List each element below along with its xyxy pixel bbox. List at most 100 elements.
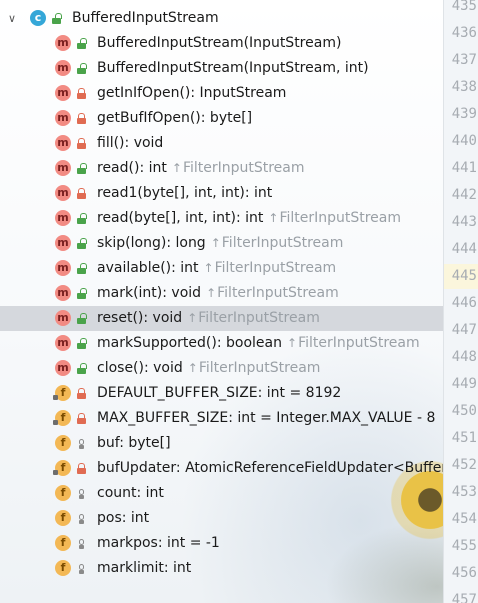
tree-node-field[interactable]: f DEFAULT_BUFFER_SIZE: int = 8192 xyxy=(0,381,443,406)
tree-node-field[interactable]: f count: int xyxy=(0,481,443,506)
method-icon: m xyxy=(55,210,71,226)
method-icon: m xyxy=(55,85,71,101)
inherited-from: FilterInputStream xyxy=(217,285,339,301)
member-name: fill(): void xyxy=(97,135,164,151)
member-signature: pos: int xyxy=(97,506,149,531)
method-icon: m xyxy=(55,60,71,76)
private-lock-icon xyxy=(77,188,86,199)
public-lock-icon xyxy=(52,13,62,24)
public-lock-icon xyxy=(77,213,87,224)
line-number: 442 xyxy=(451,187,477,203)
method-icon: m xyxy=(55,285,71,301)
tree-node-method[interactable]: m BufferedInputStream(InputStream, int) xyxy=(0,56,443,81)
line-number: 435 xyxy=(451,0,477,14)
member-name: bufUpdater: AtomicReferenceFieldUpdater<… xyxy=(97,460,443,476)
line-number: 454 xyxy=(451,511,477,527)
member-signature: fill(): void xyxy=(97,131,163,156)
line-number: 456 xyxy=(451,565,477,581)
line-number: 438 xyxy=(451,79,477,95)
line-number: 452 xyxy=(451,457,477,473)
lock-body xyxy=(77,393,86,399)
member-signature: count: int xyxy=(97,481,164,506)
member-name: BufferedInputStream(InputStream, int) xyxy=(97,60,369,76)
lock-body xyxy=(77,168,86,174)
tree-node-field[interactable]: f markpos: int = -1 xyxy=(0,531,443,556)
member-name: available(): int xyxy=(97,260,199,276)
tree-node-method[interactable]: m BufferedInputStream(InputStream) xyxy=(0,31,443,56)
method-icon: m xyxy=(55,360,71,376)
public-lock-icon xyxy=(77,313,87,324)
public-lock-icon xyxy=(77,38,87,49)
lock-body xyxy=(77,343,86,349)
inherited-arrow-icon: ↑ xyxy=(268,211,279,225)
member-signature: mark(int): void ↑FilterInputStream xyxy=(97,281,339,306)
member-name: mark(int): void xyxy=(97,285,202,301)
inherited-from: FilterInputStream xyxy=(298,335,420,351)
tree-node-method[interactable]: m read(): int ↑FilterInputStream xyxy=(0,156,443,181)
tree-node-class[interactable]: ∨ c BufferedInputStream xyxy=(0,6,443,31)
private-lock-icon xyxy=(77,463,86,474)
member-signature: markpos: int = -1 xyxy=(97,531,220,556)
package-private-icon xyxy=(77,539,86,549)
private-lock-icon xyxy=(77,138,86,149)
lock-body xyxy=(77,243,86,249)
member-name: DEFAULT_BUFFER_SIZE: int = 8192 xyxy=(97,385,342,401)
line-number: 436 xyxy=(451,25,477,41)
inherited-from: FilterInputStream xyxy=(182,160,305,176)
member-signature: skip(long): long ↑FilterInputStream xyxy=(97,231,343,256)
line-number: 449 xyxy=(451,376,477,392)
member-signature: BufferedInputStream(InputStream, int) xyxy=(97,56,369,81)
tree-node-method[interactable]: m read1(byte[], int, int): int xyxy=(0,181,443,206)
member-signature: getBufIfOpen(): byte[] xyxy=(97,106,252,131)
tree-node-method[interactable]: m fill(): void xyxy=(0,131,443,156)
lock-body xyxy=(77,468,86,474)
tree-node-field[interactable]: f marklimit: int xyxy=(0,556,443,581)
lock-body xyxy=(79,570,84,574)
member-name: MAX_BUFFER_SIZE: int = Integer.MAX_VALUE… xyxy=(97,410,436,426)
tree-node-method[interactable]: m getBufIfOpen(): byte[] xyxy=(0,106,443,131)
tree-node-method[interactable]: m reset(): void ↑FilterInputStream xyxy=(0,306,443,331)
field-icon: f xyxy=(55,510,71,526)
member-signature: markSupported(): boolean ↑FilterInputStre… xyxy=(97,331,420,356)
chevron-down-icon[interactable]: ∨ xyxy=(6,6,18,31)
inherited-arrow-icon: ↑ xyxy=(287,336,298,350)
field-icon: f xyxy=(55,560,71,576)
public-lock-icon xyxy=(77,63,87,74)
tree-node-method[interactable]: m close(): void ↑FilterInputStream xyxy=(0,356,443,381)
class-icon: c xyxy=(30,10,46,26)
tree-node-field[interactable]: f pos: int xyxy=(0,506,443,531)
tree-node-field[interactable]: f MAX_BUFFER_SIZE: int = Integer.MAX_VALU… xyxy=(0,406,443,431)
member-signature: DEFAULT_BUFFER_SIZE: int = 8192 xyxy=(97,381,341,406)
lock-body xyxy=(52,18,61,24)
lock-body xyxy=(79,545,84,549)
method-icon: m xyxy=(55,110,71,126)
tree-node-method[interactable]: m markSupported(): boolean ↑FilterInputStr… xyxy=(0,331,443,356)
method-icon: m xyxy=(55,310,71,326)
method-icon: m xyxy=(55,260,71,276)
tree-node-field[interactable]: f buf: byte[] xyxy=(0,431,443,456)
line-number-gutter: 435 436 437 438 439 440 441 442 443 444 445 446 447 4… xyxy=(443,0,478,603)
tree-node-method[interactable]: m read(byte[], int, int): int ↑FilterInput… xyxy=(0,206,443,231)
inherited-from: FilterInputStream xyxy=(198,310,320,326)
static-pin-icon xyxy=(53,420,58,425)
member-signature: read1(byte[], int, int): int xyxy=(97,181,272,206)
lock-body xyxy=(77,368,86,374)
tree-node-method[interactable]: m mark(int): void ↑FilterInputStream xyxy=(0,281,443,306)
member-signature: MAX_BUFFER_SIZE: int = Integer.MAX_VALUE… xyxy=(97,406,435,431)
inherited-from: FilterInputStream xyxy=(198,360,321,376)
tree-node-method[interactable]: m available(): int ↑FilterInputStream xyxy=(0,256,443,281)
member-name: markSupported(): boolean xyxy=(97,335,282,351)
line-number: 450 xyxy=(451,403,477,419)
method-icon: m xyxy=(55,160,71,176)
line-number: 444 xyxy=(451,241,477,257)
member-signature: reset(): void ↑FilterInputStream xyxy=(97,306,320,331)
tree-node-method[interactable]: m getInIfOpen(): InputStream xyxy=(0,81,443,106)
line-number: 446 xyxy=(451,295,477,311)
inherited-arrow-icon: ↑ xyxy=(206,286,217,300)
line-number: 439 xyxy=(451,106,477,122)
private-lock-icon xyxy=(77,113,86,124)
tree-node-method[interactable]: m skip(long): long ↑FilterInputStream xyxy=(0,231,443,256)
member-name: markpos: int = -1 xyxy=(97,535,220,551)
member-name: getBufIfOpen(): byte[] xyxy=(97,110,253,126)
tree-node-field[interactable]: f bufUpdater: AtomicReferenceFieldUpdater… xyxy=(0,456,443,481)
